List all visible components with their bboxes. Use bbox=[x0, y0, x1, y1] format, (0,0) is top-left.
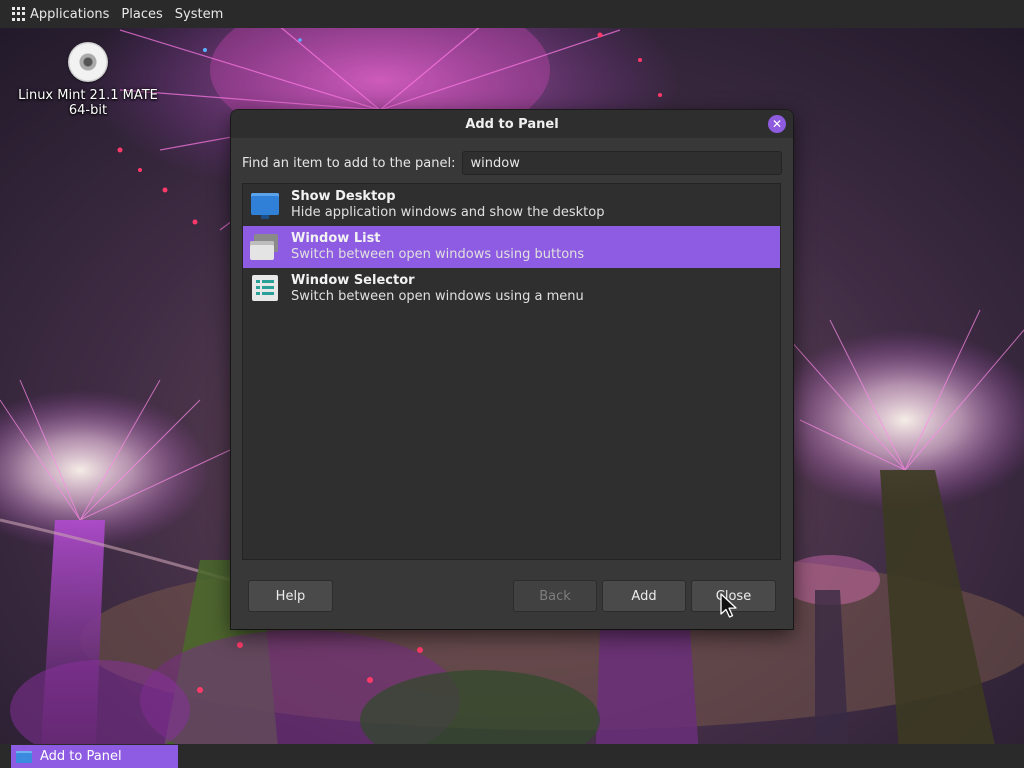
list-item-window-selector[interactable]: Window Selector Switch between open wind… bbox=[243, 268, 780, 310]
list-item-description: Hide application windows and show the de… bbox=[291, 205, 605, 220]
system-menu[interactable]: System bbox=[169, 0, 229, 28]
list-item-show-desktop[interactable]: Show Desktop Hide application windows an… bbox=[243, 184, 780, 226]
find-row: Find an item to add to the panel: bbox=[242, 150, 782, 176]
dialog-titlebar[interactable]: Add to Panel ✕ bbox=[231, 110, 793, 138]
taskbar-item-label: Add to Panel bbox=[40, 749, 122, 764]
window-icon bbox=[16, 750, 32, 763]
mouse-cursor-icon bbox=[720, 593, 737, 618]
applications-menu[interactable]: Applications bbox=[0, 0, 115, 28]
list-item-title: Show Desktop bbox=[291, 189, 396, 204]
list-item-window-list[interactable]: Window List Switch between open windows … bbox=[243, 226, 780, 268]
applications-menu-label: Applications bbox=[30, 6, 110, 22]
applet-list[interactable]: Show Desktop Hide application windows an… bbox=[242, 183, 781, 560]
add-button[interactable]: Add bbox=[602, 580, 686, 612]
desktop-icon-install-disc[interactable]: Linux Mint 21.1 MATE 64-bit bbox=[14, 40, 162, 118]
list-item-title: Window List bbox=[291, 231, 381, 246]
app-grid-icon bbox=[12, 7, 26, 21]
list-item-title: Window Selector bbox=[291, 273, 415, 288]
help-button[interactable]: Help bbox=[248, 580, 333, 612]
bottom-panel: Add to Panel bbox=[0, 744, 1024, 768]
places-menu[interactable]: Places bbox=[115, 0, 168, 28]
add-to-panel-dialog: Add to Panel ✕ Find an item to add to th… bbox=[231, 110, 793, 629]
window-list-icon bbox=[250, 232, 280, 262]
desktop-icon-label-line2: 64-bit bbox=[68, 103, 108, 118]
dialog-title: Add to Panel bbox=[465, 116, 559, 132]
window-selector-icon bbox=[250, 274, 280, 304]
taskbar-item-add-to-panel[interactable]: Add to Panel bbox=[11, 745, 178, 768]
list-item-description: Switch between open windows using a menu bbox=[291, 289, 584, 304]
top-panel: Applications Places System bbox=[0, 0, 1024, 28]
find-label: Find an item to add to the panel: bbox=[242, 155, 456, 171]
back-button[interactable]: Back bbox=[513, 580, 597, 612]
show-desktop-icon bbox=[250, 190, 280, 220]
close-icon[interactable]: ✕ bbox=[768, 115, 786, 133]
list-item-description: Switch between open windows using button… bbox=[291, 247, 585, 262]
desktop-icon-label-line1: Linux Mint 21.1 MATE bbox=[18, 88, 158, 103]
search-input[interactable] bbox=[461, 151, 782, 175]
cd-disc-icon bbox=[68, 42, 108, 82]
